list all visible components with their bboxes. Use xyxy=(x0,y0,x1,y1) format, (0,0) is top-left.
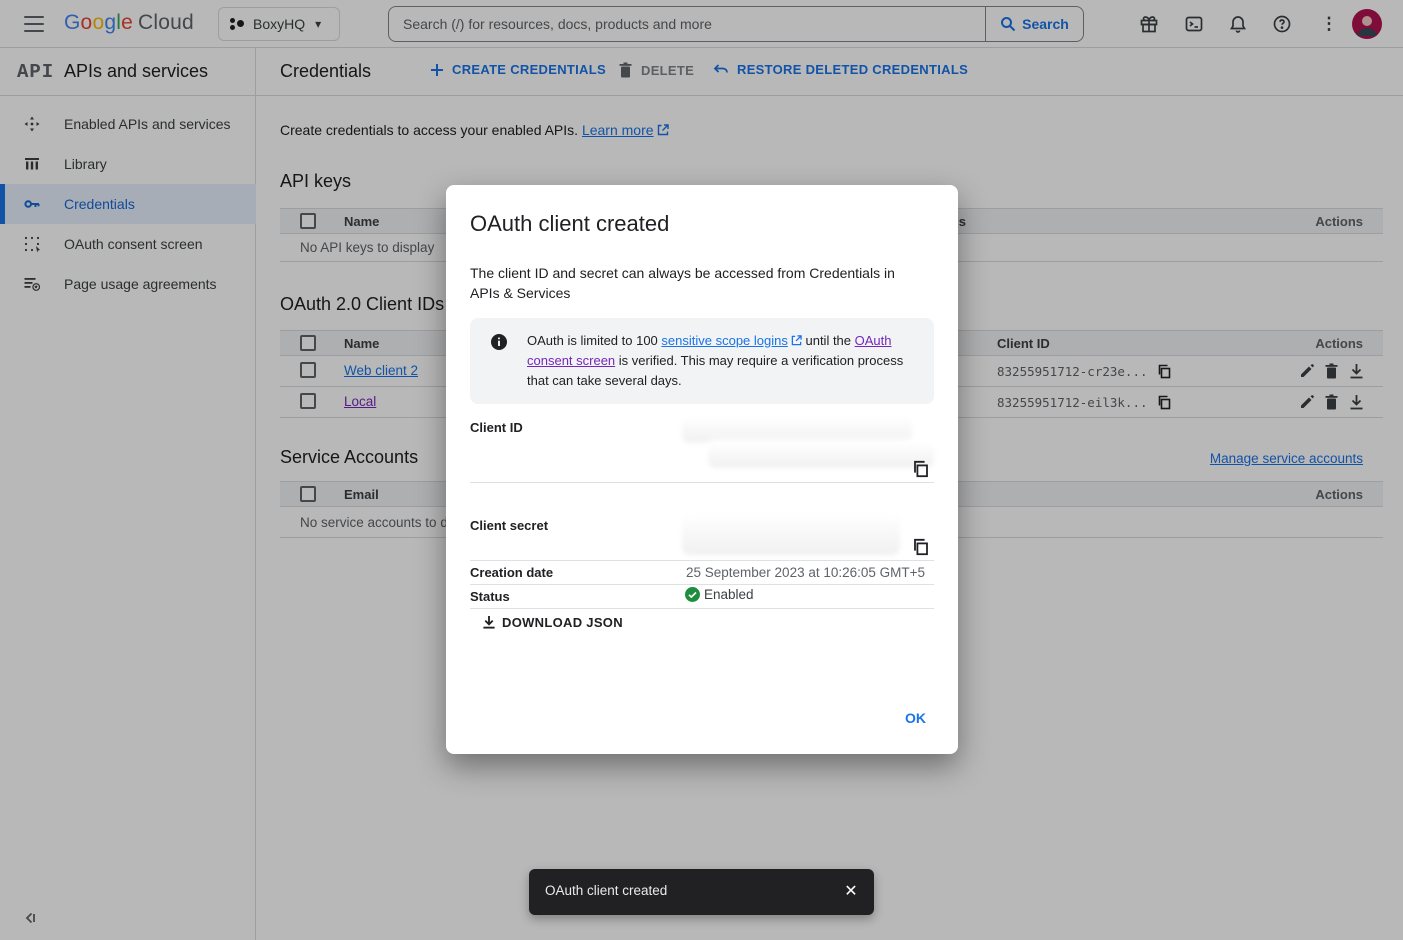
status-value: Enabled xyxy=(685,587,754,602)
external-link-icon xyxy=(791,335,802,346)
oauth-limit-notice: OAuth is limited to 100 sensitive scope … xyxy=(470,318,934,404)
client-secret-label: Client secret xyxy=(470,518,548,533)
client-id-label: Client ID xyxy=(470,420,523,435)
notice-text: OAuth is limited to 100 sensitive scope … xyxy=(527,331,918,391)
creation-date-label: Creation date xyxy=(470,565,553,580)
status-text: Enabled xyxy=(704,587,754,602)
check-circle-icon xyxy=(685,587,700,602)
copy-icon[interactable] xyxy=(912,538,930,556)
ok-button[interactable]: OK xyxy=(897,704,934,732)
app-window: GoogleCloud BoxyHQ ▾ Search ⋮ xyxy=(0,0,1403,940)
copy-icon[interactable] xyxy=(912,460,930,478)
status-label: Status xyxy=(470,589,510,604)
redacted-client-secret xyxy=(682,513,900,555)
download-json-label: DOWNLOAD JSON xyxy=(502,615,623,630)
redacted-client-id xyxy=(682,416,912,443)
dialog-description: The client ID and secret can always be a… xyxy=(470,263,922,303)
notice-text-part: OAuth is limited to 100 xyxy=(527,333,661,348)
snackbar-message: OAuth client created xyxy=(545,883,667,898)
download-icon xyxy=(482,615,496,630)
download-json-button[interactable]: DOWNLOAD JSON xyxy=(482,615,623,630)
oauth-client-created-dialog: OAuth client created The client ID and s… xyxy=(446,185,958,754)
info-icon xyxy=(491,334,507,391)
snackbar: OAuth client created ✕ xyxy=(529,869,874,915)
dialog-title: OAuth client created xyxy=(470,211,669,237)
sensitive-scope-logins-link[interactable]: sensitive scope logins xyxy=(661,333,787,348)
creation-date-value: 25 September 2023 at 10:26:05 GMT+5 xyxy=(686,565,925,580)
notice-text-part: until the xyxy=(802,333,855,348)
close-icon[interactable]: ✕ xyxy=(840,881,862,903)
redacted-client-id xyxy=(708,442,934,468)
